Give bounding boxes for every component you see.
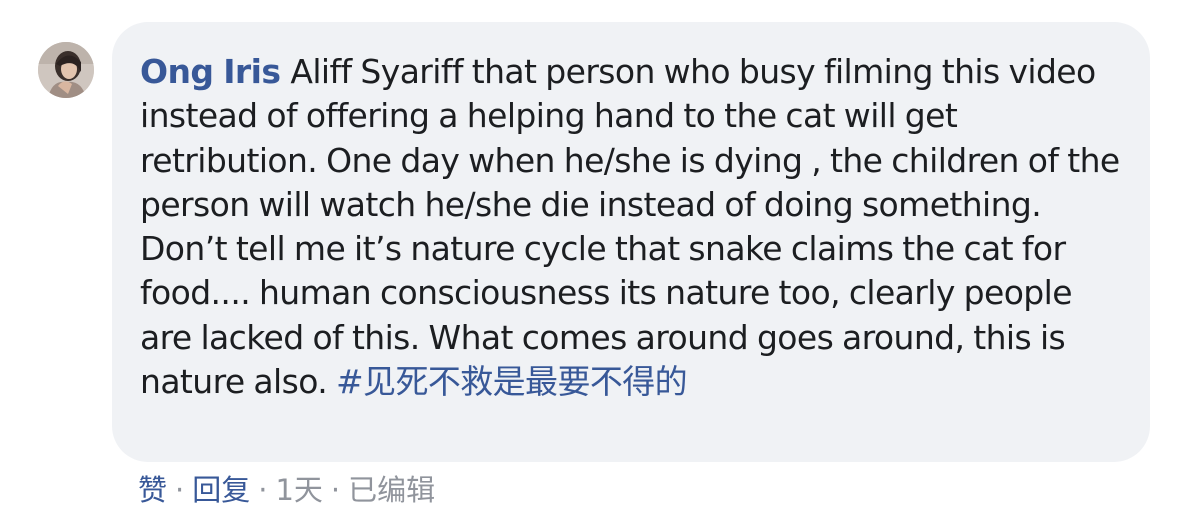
reply-button[interactable]: 回复 xyxy=(192,473,250,507)
author-name[interactable]: Ong Iris xyxy=(140,52,281,91)
comment-body: Ong Iris Aliff Syariff that person who bu… xyxy=(140,50,1130,404)
separator-dot: · xyxy=(330,473,341,507)
avatar-photo-icon xyxy=(38,42,94,98)
comment-timestamp[interactable]: 1天 xyxy=(275,473,322,507)
comment-bubble: Ong Iris Aliff Syariff that person who bu… xyxy=(112,22,1150,462)
separator-dot: · xyxy=(258,473,268,507)
comment-actions: 赞 · 回复 · 1天 · 已编辑 xyxy=(138,472,435,508)
like-button[interactable]: 赞 xyxy=(138,473,167,507)
separator-dot: · xyxy=(175,473,185,507)
comment-text: Aliff Syariff that person who busy filmi… xyxy=(140,52,1120,402)
avatar[interactable] xyxy=(38,42,94,98)
edited-label[interactable]: 已编辑 xyxy=(348,473,435,507)
hashtag-link[interactable]: #见死不救是最要不得的 xyxy=(336,362,688,401)
